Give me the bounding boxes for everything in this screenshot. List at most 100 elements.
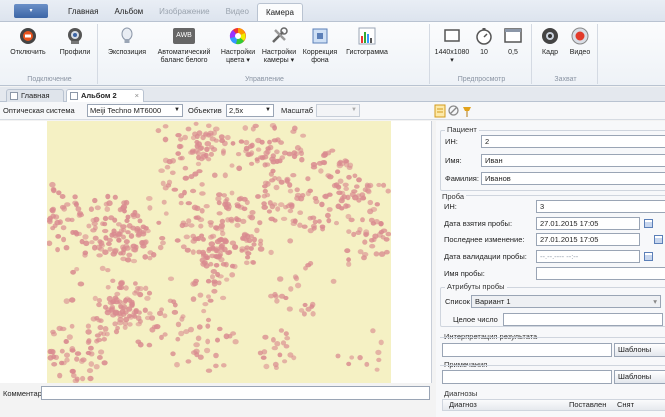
sample-modified-field[interactable]: 27.01.2015 17:05 [536, 233, 640, 246]
histogram-button[interactable]: Гистограмма [342, 26, 392, 57]
blood-cell [290, 173, 297, 178]
blood-cell [317, 219, 322, 224]
blood-cell [213, 363, 219, 369]
sample-group: Проба ИН: 3 Дата взятия пробы: 27.01.201… [440, 192, 665, 280]
camera-settings-button[interactable]: Настройки камеры ▾ [260, 26, 298, 65]
clear-icon[interactable] [448, 105, 459, 116]
blood-cell [257, 220, 263, 226]
blood-cell [236, 165, 243, 172]
profiles-button[interactable]: Профили [56, 26, 94, 57]
blood-cell [147, 255, 153, 261]
sample-id-field[interactable]: 3 [536, 200, 665, 213]
blood-cell [106, 241, 112, 246]
blood-cell [273, 184, 280, 191]
blood-cell [316, 160, 324, 166]
blood-cell [70, 269, 76, 275]
sample-validated-field[interactable]: --.--.---- --:-- [536, 250, 640, 263]
ribbon-tab-camera[interactable]: Камера [256, 3, 303, 21]
microscope-image[interactable] [47, 121, 391, 383]
blood-cell [319, 201, 325, 208]
blood-cell [75, 206, 82, 212]
blood-cell [196, 324, 203, 330]
objective-select[interactable]: 2,5x ▼ [226, 104, 274, 117]
blood-cell [213, 352, 219, 359]
blood-cell [105, 193, 111, 200]
blood-cell [97, 355, 103, 360]
close-icon[interactable]: × [135, 90, 139, 101]
blood-cell [293, 275, 300, 282]
patient-name-field[interactable]: Иван [481, 154, 665, 167]
blood-cell [266, 209, 272, 214]
calendar-icon[interactable] [654, 235, 663, 244]
blood-cell [133, 281, 138, 286]
blood-cell [282, 359, 288, 364]
blood-cell [206, 294, 211, 299]
blood-cell [215, 337, 220, 343]
camera-icon [542, 28, 558, 44]
background-correction-button[interactable]: Коррекция фона [300, 26, 340, 65]
blood-cell [369, 238, 375, 243]
notes-field[interactable] [442, 370, 612, 384]
interpretation-templates-button[interactable]: Шаблоны [614, 343, 665, 357]
patient-surname-field[interactable]: Иванов [481, 172, 665, 185]
image-viewer[interactable] [0, 121, 432, 383]
blood-cell [155, 128, 162, 134]
ribbon-tab-album[interactable]: Альбом [106, 3, 151, 21]
exposure-button[interactable]: Экспозиция [104, 26, 150, 57]
blood-cell [201, 251, 207, 257]
group-label-capture: Захват [554, 76, 577, 83]
capture-frame-label: Кадр [542, 49, 558, 56]
attributes-list-select[interactable]: Вариант 1 ▾ [471, 295, 661, 308]
blood-cell [278, 202, 285, 208]
document-icon[interactable] [434, 104, 446, 118]
blood-cell [185, 359, 192, 364]
blood-cell [268, 249, 274, 256]
blood-cell [376, 182, 382, 188]
blood-cell [303, 266, 308, 271]
group-label-preview: Предпросмотр [457, 76, 506, 83]
interpretation-field[interactable] [442, 343, 612, 357]
patient-id-field[interactable]: 2 [481, 135, 665, 148]
capture-frame-button[interactable]: Кадр [536, 26, 564, 57]
column-diagnosis[interactable]: Диагноз [449, 400, 477, 410]
doc-tab-album-2[interactable]: Альбом 2 × [66, 89, 144, 102]
calendar-icon[interactable] [644, 219, 653, 228]
blood-cell [116, 237, 122, 243]
awb-button[interactable]: AWB Автоматический баланс белого [152, 26, 216, 65]
notes-templates-button[interactable]: Шаблоны [614, 370, 665, 384]
blood-cell [255, 194, 261, 199]
color-settings-button[interactable]: Настройки цвета ▾ [218, 26, 258, 65]
capture-video-button[interactable]: Видео [566, 26, 594, 57]
column-removed[interactable]: Снят [617, 400, 634, 410]
app-menu-button[interactable]: ▾ [14, 4, 48, 18]
ribbon-tab-video[interactable]: Видео [218, 3, 257, 21]
preview-scale-button[interactable]: 0,5 [498, 26, 528, 57]
sample-taken-field[interactable]: 27.01.2015 17:05 [536, 217, 640, 230]
disconnect-button[interactable]: Отключить [4, 26, 52, 57]
blood-cell [330, 278, 337, 284]
doc-tab-home[interactable]: Главная [6, 89, 64, 102]
blood-cell [220, 262, 227, 267]
column-set[interactable]: Поставлен [569, 400, 606, 410]
sample-name-field[interactable] [536, 267, 665, 280]
blood-cell [234, 202, 241, 207]
optical-system-select[interactable]: Meiji Techno MT6000 ▼ [87, 104, 183, 117]
blood-cell [110, 313, 117, 318]
blood-cell [355, 193, 362, 198]
blood-cell [167, 298, 174, 303]
integer-field[interactable] [503, 313, 663, 326]
calendar-icon[interactable] [644, 252, 653, 261]
scale-select[interactable]: ▼ [316, 104, 360, 117]
comments-input[interactable] [41, 386, 430, 400]
ribbon-tab-image[interactable]: Изображение [151, 3, 217, 21]
blood-cell [95, 244, 102, 251]
fps-button[interactable]: 10 [472, 26, 496, 57]
ribbon-group-preview: 1440x1080 ▾ 10 0,5 Предпросмотр [432, 24, 532, 84]
blood-cell [51, 362, 58, 367]
pin-icon[interactable] [461, 104, 473, 118]
blood-cell [192, 281, 199, 287]
blood-cell [171, 187, 179, 192]
blood-cell [56, 325, 63, 332]
resolution-button[interactable]: 1440x1080 ▾ [434, 26, 470, 65]
ribbon-tab-home[interactable]: Главная [60, 3, 106, 21]
